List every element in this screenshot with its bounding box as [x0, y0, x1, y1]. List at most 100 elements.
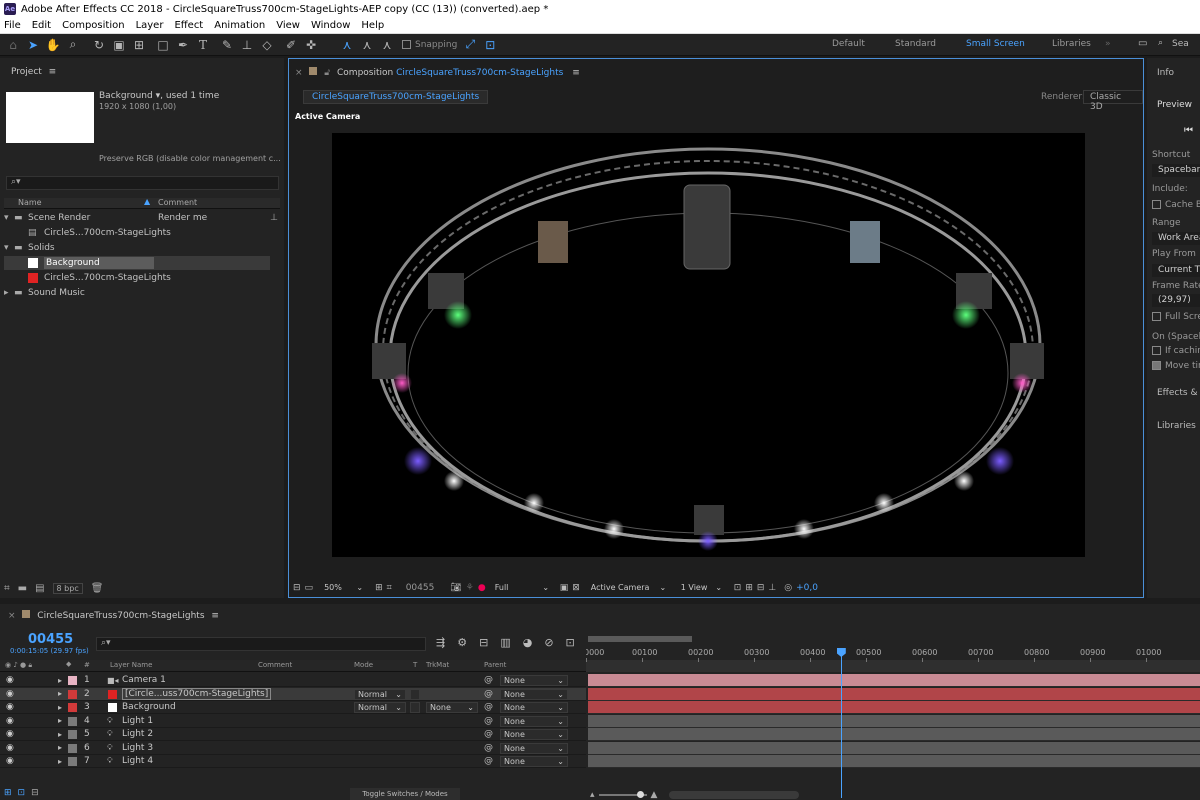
- parent-dropdown[interactable]: None ⌄: [500, 729, 568, 740]
- menu-file[interactable]: File: [4, 20, 21, 31]
- full-screen-checkbox[interactable]: [1152, 312, 1161, 321]
- col-name[interactable]: Name: [18, 198, 42, 207]
- sort-arrow-icon[interactable]: ▲: [144, 197, 150, 206]
- layer-name[interactable]: Background: [122, 702, 176, 712]
- graph-editor-icon[interactable]: ⊘: [544, 636, 553, 649]
- comp-sub-tab[interactable]: CircleSquareTruss700cm-StageLights: [303, 90, 489, 104]
- panel-menu-icon[interactable]: ≡: [572, 68, 580, 78]
- eraser-tool-icon[interactable]: ◇: [258, 36, 276, 54]
- interpret-footage-icon[interactable]: ⌗: [4, 583, 10, 594]
- trkmat-dropdown[interactable]: None ⌄: [426, 702, 478, 713]
- label-color-swatch[interactable]: [68, 716, 77, 726]
- info-tab[interactable]: Info: [1157, 68, 1174, 78]
- motion-blur-icon[interactable]: ◕: [523, 636, 533, 649]
- disclosure-triangle-icon[interactable]: ▸: [58, 676, 62, 685]
- menu-help[interactable]: Help: [361, 20, 384, 31]
- menu-effect[interactable]: Effect: [174, 20, 203, 31]
- hand-tool-icon[interactable]: ✋: [44, 36, 62, 54]
- disclosure-triangle-icon[interactable]: ▸: [58, 703, 62, 712]
- views-dropdown[interactable]: 1 View ⌄: [678, 583, 734, 594]
- label-color-swatch[interactable]: [68, 703, 77, 712]
- eye-icon[interactable]: ◉: [6, 689, 14, 699]
- parent-dropdown[interactable]: None ⌄: [500, 688, 568, 700]
- comp-viewer[interactable]: [332, 133, 1085, 557]
- mode-dropdown[interactable]: Normal ⌄: [354, 688, 406, 700]
- label-color-swatch[interactable]: [68, 689, 77, 699]
- pick-whip-icon[interactable]: @: [484, 729, 493, 739]
- preserve-transparency-toggle[interactable]: [410, 688, 420, 700]
- layer-duration-bar[interactable]: [588, 755, 1200, 768]
- mask-visibility-icon[interactable]: ⌗: [387, 583, 392, 593]
- frame-blending-icon[interactable]: ▥: [500, 636, 510, 649]
- zoom-thumb[interactable]: [636, 791, 644, 798]
- timeline-search-input[interactable]: ⌕▾: [96, 637, 426, 651]
- layer-row[interactable]: ◉ ▸ 1 ■◂ Camera 1 @ None ⌄: [0, 674, 586, 687]
- toggle-switches-modes[interactable]: Toggle Switches / Modes: [350, 788, 460, 800]
- timeline-scrollbar[interactable]: [669, 791, 800, 799]
- project-item-solids[interactable]: ▾ ▬ Solids: [4, 241, 270, 255]
- menu-window[interactable]: Window: [311, 20, 350, 31]
- flowchart-icon[interactable]: ⊥: [768, 583, 776, 593]
- pan-behind-tool-icon[interactable]: ⊞: [130, 36, 148, 54]
- menu-composition[interactable]: Composition: [62, 20, 124, 31]
- project-item-red-solid[interactable]: CircleS...700cm-StageLights: [4, 271, 270, 285]
- layer-duration-bar[interactable]: [588, 714, 1200, 728]
- roto-brush-tool-icon[interactable]: ✐: [282, 36, 300, 54]
- play-from-dropdown[interactable]: Current Tir: [1152, 264, 1200, 277]
- trash-icon[interactable]: 🗑: [91, 583, 104, 594]
- layer-name[interactable]: Light 4: [122, 756, 153, 766]
- disclosure-triangle-icon[interactable]: ▾: [4, 243, 14, 253]
- close-icon[interactable]: ×: [8, 611, 16, 621]
- rectangle-tool-icon[interactable]: □: [154, 36, 172, 54]
- snapping-toggle[interactable]: Snapping: [402, 40, 457, 50]
- monitor-icon[interactable]: ▭: [1138, 38, 1147, 49]
- workspace-standard[interactable]: Standard: [895, 39, 936, 49]
- workspace-overflow-icon[interactable]: »: [1105, 39, 1111, 49]
- parent-dropdown[interactable]: None ⌄: [500, 702, 568, 713]
- disclosure-triangle-icon[interactable]: ▸: [58, 743, 62, 752]
- snapping-checkbox[interactable]: [402, 40, 411, 49]
- work-area-bar[interactable]: [588, 636, 692, 642]
- brush-tool-icon[interactable]: ✎: [218, 36, 236, 54]
- region-of-interest-icon[interactable]: ▣: [560, 583, 569, 593]
- col-t[interactable]: T: [413, 661, 417, 669]
- clone-stamp-tool-icon[interactable]: ⊥: [238, 36, 256, 54]
- cache-option[interactable]: Cache Be: [1152, 200, 1200, 210]
- monitor-icon[interactable]: ▭: [305, 583, 314, 593]
- layer-name[interactable]: Light 1: [122, 716, 153, 726]
- layer-row[interactable]: ◉ ▸ 2 [Circle...uss700cm-StageLights] Normal…: [0, 687, 586, 701]
- composition-flowchart-icon[interactable]: ⇶: [436, 636, 445, 649]
- project-item-background[interactable]: Background: [4, 256, 270, 270]
- pick-whip-icon[interactable]: @: [484, 675, 493, 685]
- layer-duration-bar[interactable]: [588, 728, 1200, 741]
- panel-menu-icon[interactable]: ≡: [211, 611, 219, 621]
- disclosure-triangle-icon[interactable]: ▸: [58, 730, 62, 739]
- mode-dropdown[interactable]: Normal ⌄: [354, 702, 406, 713]
- disclosure-triangle-icon[interactable]: ▸: [58, 716, 62, 725]
- rotate-tool-icon[interactable]: ↻: [90, 36, 108, 54]
- layer-row[interactable]: ◉ ▸ 7 💡︎ Light 4 @ None ⌄: [0, 755, 586, 768]
- effects-presets-tab[interactable]: Effects & P: [1157, 388, 1200, 398]
- project-item-sound-music[interactable]: ▸ ▬ Sound Music: [4, 286, 270, 300]
- col-mode[interactable]: Mode: [354, 661, 373, 669]
- pick-whip-icon[interactable]: @: [484, 743, 493, 753]
- parent-dropdown[interactable]: None ⌄: [500, 675, 568, 686]
- view-axis-icon[interactable]: ⋏: [378, 36, 396, 54]
- world-axis-icon[interactable]: ⋏: [358, 36, 376, 54]
- camera-tool-icon[interactable]: ▣: [110, 36, 128, 54]
- menu-animation[interactable]: Animation: [214, 20, 265, 31]
- pick-whip-icon[interactable]: @: [484, 716, 493, 726]
- preserve-transparency-toggle[interactable]: [410, 702, 420, 713]
- project-tab[interactable]: Project ≡: [11, 67, 56, 77]
- if-caching-checkbox[interactable]: [1152, 346, 1161, 355]
- new-folder-icon[interactable]: ▬: [18, 583, 27, 594]
- render-icon[interactable]: ⊡: [566, 636, 575, 649]
- project-item-scene-render[interactable]: ▾ ▬ Scene Render Render me ⊥: [4, 211, 278, 225]
- frame-rate-dropdown[interactable]: (29,97): [1152, 294, 1200, 307]
- parent-dropdown[interactable]: None ⌄: [500, 756, 568, 767]
- type-tool-icon[interactable]: T: [194, 36, 212, 54]
- puppet-pin-tool-icon[interactable]: ✜: [302, 36, 320, 54]
- snapshot-icon[interactable]: 📷︎: [450, 583, 461, 593]
- show-snapshot-icon[interactable]: ⚘: [466, 583, 474, 593]
- panel-menu-icon[interactable]: ≡: [49, 67, 57, 77]
